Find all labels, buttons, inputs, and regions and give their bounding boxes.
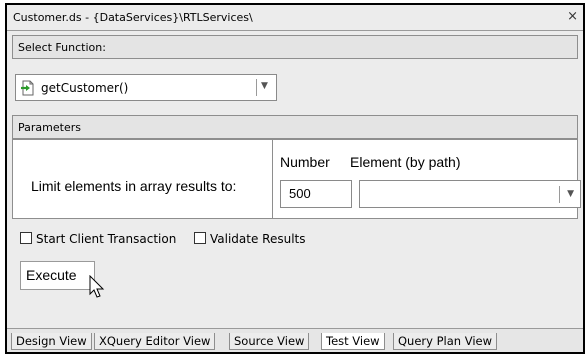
combo-separator	[559, 186, 560, 203]
tab-test-view[interactable]: Test View	[321, 333, 385, 350]
chevron-down-icon[interactable]: ▼	[261, 81, 268, 91]
function-select[interactable]: getCustomer() ▼	[15, 74, 277, 101]
number-input[interactable]: 500	[280, 180, 352, 208]
tab-design-view[interactable]: Design View	[11, 333, 92, 350]
column-divider	[272, 140, 273, 218]
start-client-transaction-checkbox[interactable]	[20, 232, 32, 244]
close-icon[interactable]: ×	[567, 9, 578, 24]
element-path-label: Element (by path)	[350, 154, 461, 170]
select-function-header: Select Function:	[12, 35, 578, 59]
execute-button[interactable]: Execute	[20, 261, 95, 290]
parameters-label: Parameters	[18, 121, 81, 134]
function-select-value: getCustomer()	[41, 81, 129, 95]
tab-xquery-editor-view[interactable]: XQuery Editor View	[94, 333, 216, 350]
limit-elements-label: Limit elements in array results to:	[31, 178, 237, 194]
chevron-down-icon[interactable]: ▼	[567, 189, 574, 199]
window-title: Customer.ds - {DataServices}\RTLServices…	[13, 11, 253, 24]
combo-separator	[256, 79, 257, 96]
validate-results-label[interactable]: Validate Results	[210, 232, 306, 246]
test-view-window: Customer.ds - {DataServices}\RTLServices…	[5, 3, 585, 354]
validate-results-checkbox[interactable]	[194, 232, 206, 244]
number-label: Number	[280, 154, 330, 170]
tab-query-plan-view[interactable]: Query Plan View	[393, 333, 498, 350]
select-function-label: Select Function:	[18, 41, 106, 54]
tab-source-view[interactable]: Source View	[229, 333, 310, 350]
parameters-table: Limit elements in array results to: Numb…	[12, 139, 581, 219]
element-path-select[interactable]: ▼	[359, 180, 581, 208]
view-tab-bar: Design View XQuery Editor View Source Vi…	[7, 328, 583, 352]
function-icon	[21, 80, 34, 96]
parameters-header: Parameters	[12, 115, 578, 139]
start-client-transaction-label[interactable]: Start Client Transaction	[36, 232, 176, 246]
mouse-pointer-icon	[89, 275, 105, 298]
title-bar: Customer.ds - {DataServices}\RTLServices…	[7, 5, 583, 31]
